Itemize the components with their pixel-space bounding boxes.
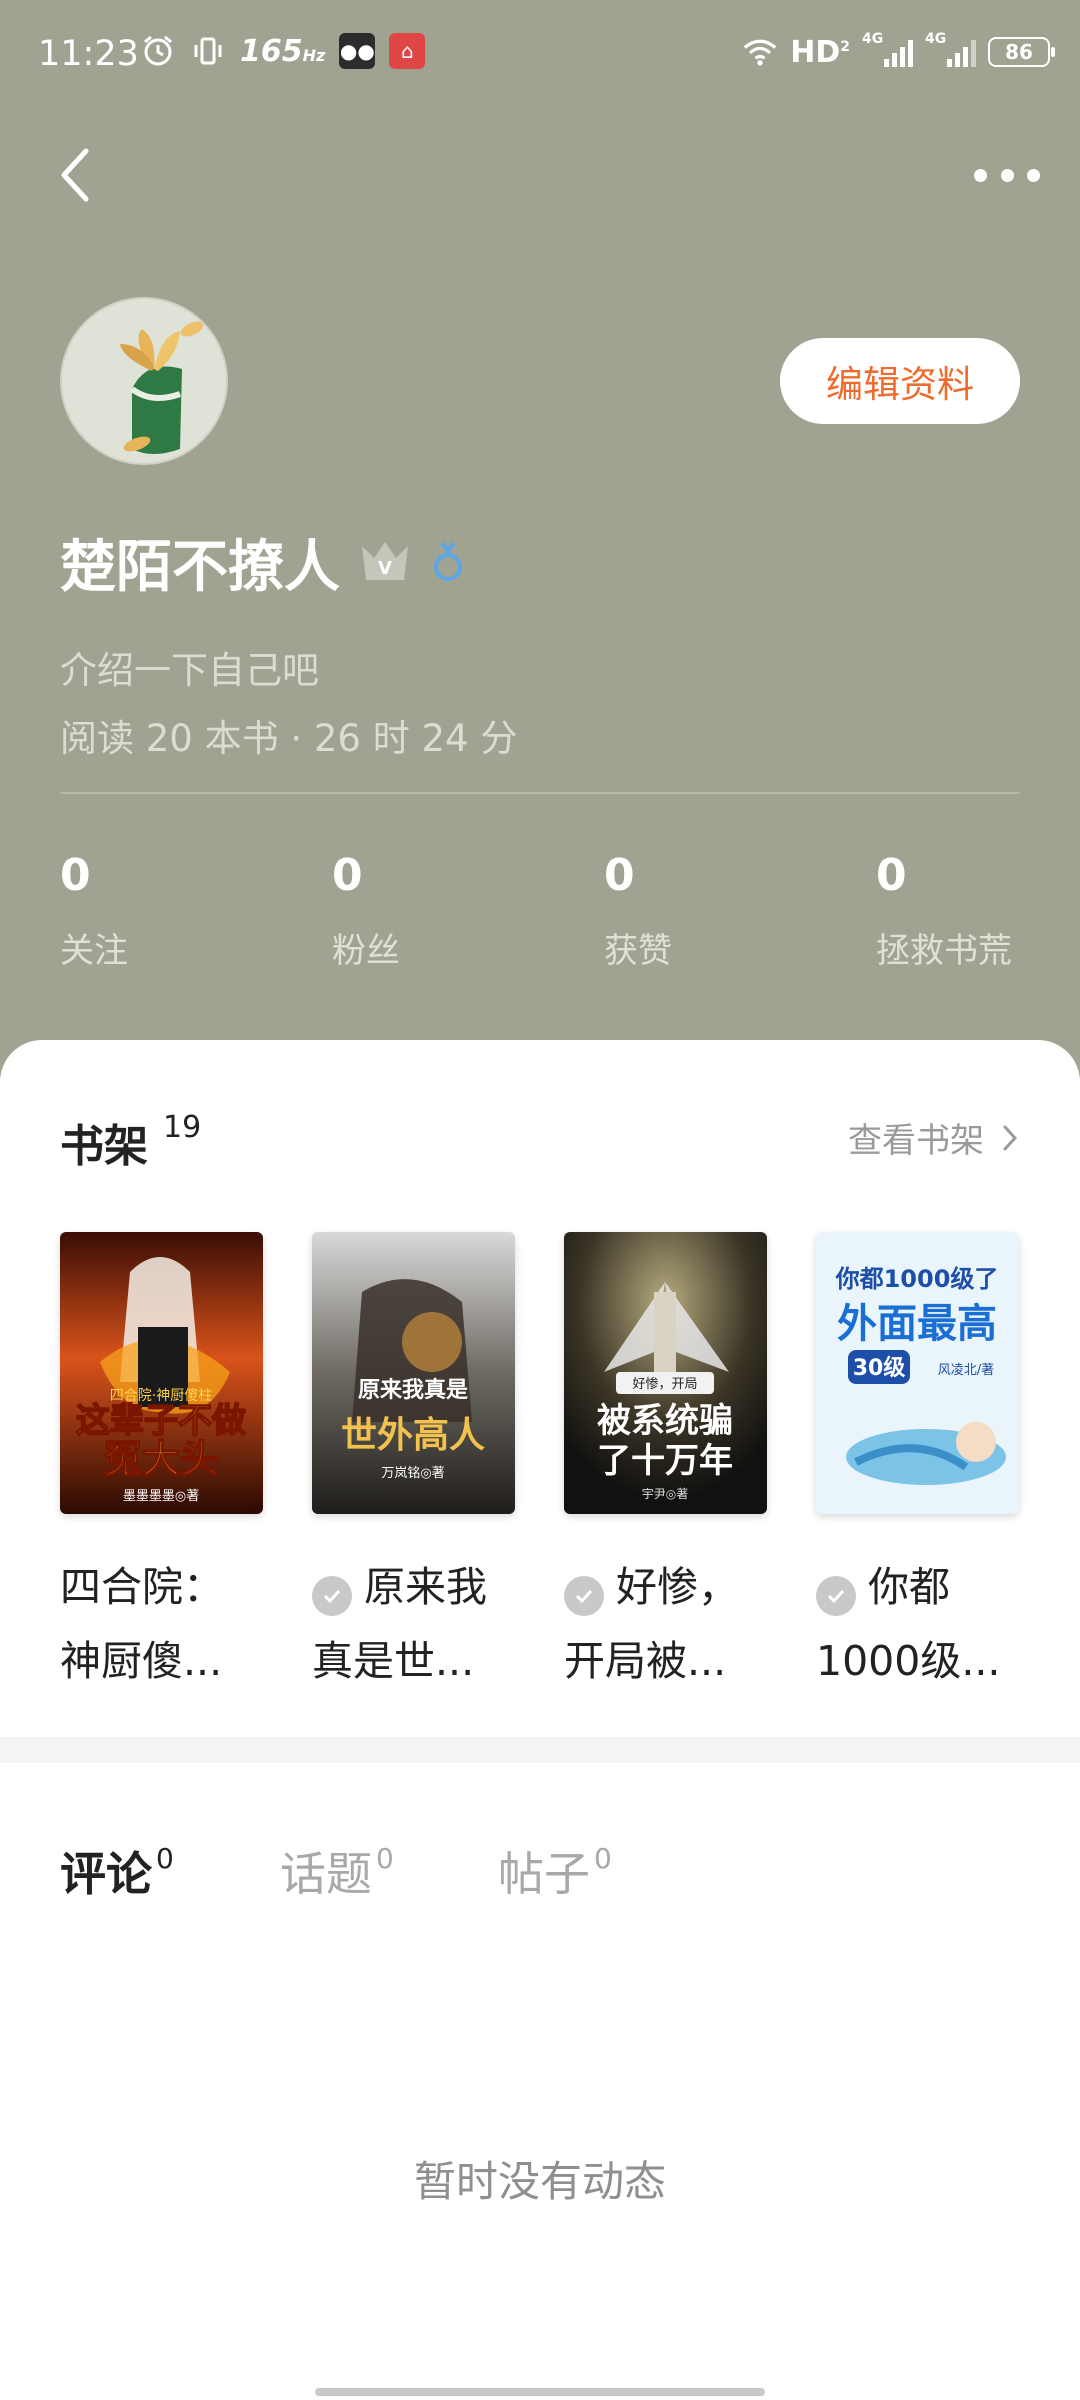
cover-title-line: 外面最高 (837, 1301, 997, 1347)
book-title[interactable]: 原来我 真是世... (312, 1550, 522, 1698)
cover-title-line: 30级 (853, 1355, 906, 1381)
stat-value: 0 (60, 850, 91, 901)
back-button[interactable] (52, 145, 102, 205)
cover-author: 万岚铭◎著 (381, 1466, 444, 1481)
cover-title-line: 了十万年 (597, 1441, 733, 1481)
app-notification-icon: ⌂ (389, 33, 426, 69)
edit-profile-button[interactable]: 编辑资料 (780, 338, 1020, 424)
book-item[interactable]: 你都1000级了 外面最高 30级 风凌北/著 你都 1000级... (816, 1232, 1019, 1698)
bookshelf-count: 19 (163, 1110, 202, 1145)
battery-icon: 86 (988, 37, 1055, 67)
more-dot (1000, 168, 1014, 182)
stat-value: 0 (604, 850, 635, 901)
crown-badge-icon[interactable]: V (358, 536, 412, 590)
book-cover[interactable]: 原来我真是 世外高人 万岚铭◎著 (312, 1232, 515, 1514)
book-item[interactable]: 好惨，开局 被系统骗 了十万年 宇尹◎著 好惨， 开局被... (564, 1232, 767, 1698)
stat-following[interactable]: 0 关注 (60, 850, 128, 972)
cover-tag: 好惨，开局 (632, 1376, 697, 1392)
cover-title-line: 世外高人 (341, 1414, 485, 1456)
bookshelf-title: 书架 (60, 1121, 148, 1172)
status-time: 11:23 (38, 34, 139, 74)
signal-icon-2: 4G (925, 31, 976, 67)
cover-title-line: 你都1000级了 (835, 1265, 999, 1293)
stat-rescue[interactable]: 0 拯救书荒 (876, 850, 1012, 972)
read-check-icon (816, 1576, 856, 1616)
bio-text[interactable]: 介绍一下自己吧 (60, 640, 319, 694)
more-dot (1027, 168, 1040, 182)
read-check-icon (312, 1576, 352, 1616)
more-dot (974, 168, 987, 182)
cover-author: 宇尹◎著 (642, 1487, 688, 1501)
status-bar: 11:23 165Hz ●● ⌂ HD2 4G 4G 86 (0, 0, 1080, 110)
stat-followers[interactable]: 0 粉丝 (332, 850, 400, 972)
tab-posts[interactable]: 帖子 0 (498, 1838, 612, 1904)
wechat-notification-icon: ●● (339, 33, 376, 69)
divider (60, 792, 1020, 794)
cover-title-line: 原来我真是 (358, 1377, 468, 1403)
signal-icon: 4G (862, 31, 913, 67)
view-bookshelf-label: 查看书架 (848, 1121, 984, 1161)
empty-state-text: 暂时没有动态 (413, 2157, 666, 2206)
chevron-left-icon (61, 148, 89, 202)
book-title[interactable]: 好惨， 开局被... (564, 1550, 774, 1698)
stat-label: 获赞 (604, 931, 672, 971)
alarm-icon (140, 33, 176, 69)
tab-topics[interactable]: 话题 0 (280, 1838, 394, 1904)
reading-stats: 阅读 20 本书 · 26 时 24 分 (60, 717, 518, 760)
stat-likes[interactable]: 0 获赞 (604, 850, 672, 972)
cover-title-line: 这辈子不做 (76, 1401, 246, 1441)
more-options-button[interactable] (974, 160, 1040, 190)
refresh-rate: 165Hz (240, 33, 326, 69)
book-item[interactable]: 原来我真是 世外高人 万岚铭◎著 原来我 真是世... (312, 1232, 515, 1698)
book-item[interactable]: 四合院·神厨傻柱 这辈子不做 冤大头 墨墨墨墨◎著 四合院： 神厨傻... (60, 1232, 263, 1698)
username-row: 楚陌不撩人 V (60, 522, 466, 603)
view-bookshelf-link[interactable]: 查看书架 (848, 1113, 1018, 1162)
stat-value: 0 (332, 850, 363, 901)
username: 楚陌不撩人 (60, 535, 340, 600)
network-hd: HD2 (790, 34, 850, 70)
tab-comments[interactable]: 评论 0 (60, 1838, 174, 1904)
cover-title-line: 被系统骗 (597, 1401, 733, 1441)
status-icons-left: 165Hz ●● ⌂ (140, 33, 426, 69)
chevron-right-icon (1003, 1125, 1018, 1150)
avatar[interactable] (60, 297, 228, 465)
book-cover[interactable]: 好惨，开局 被系统骗 了十万年 宇尹◎著 (564, 1232, 767, 1514)
wifi-icon (742, 34, 778, 70)
male-gender-icon (430, 537, 466, 589)
home-indicator[interactable] (315, 2388, 765, 2396)
book-cover[interactable]: 你都1000级了 外面最高 30级 风凌北/著 (816, 1232, 1019, 1514)
read-check-icon (564, 1576, 604, 1616)
status-icons-right: HD2 4G 4G 86 (742, 31, 1055, 70)
stat-label: 拯救书荒 (876, 931, 1012, 971)
cover-author: 墨墨墨墨◎著 (123, 1489, 199, 1504)
section-divider (0, 1737, 1080, 1763)
book-cover[interactable]: 四合院·神厨傻柱 这辈子不做 冤大头 墨墨墨墨◎著 (60, 1232, 263, 1514)
stat-value: 0 (876, 850, 907, 901)
book-title[interactable]: 你都 1000级... (816, 1550, 1026, 1698)
vibrate-icon (190, 33, 226, 69)
book-title[interactable]: 四合院： 神厨傻... (60, 1550, 270, 1698)
svg-text:V: V (378, 558, 392, 579)
cover-title-line: 冤大头 (104, 1437, 218, 1481)
stat-label: 关注 (60, 931, 128, 971)
stat-label: 粉丝 (332, 931, 400, 971)
cover-author: 风凌北/著 (938, 1363, 994, 1378)
